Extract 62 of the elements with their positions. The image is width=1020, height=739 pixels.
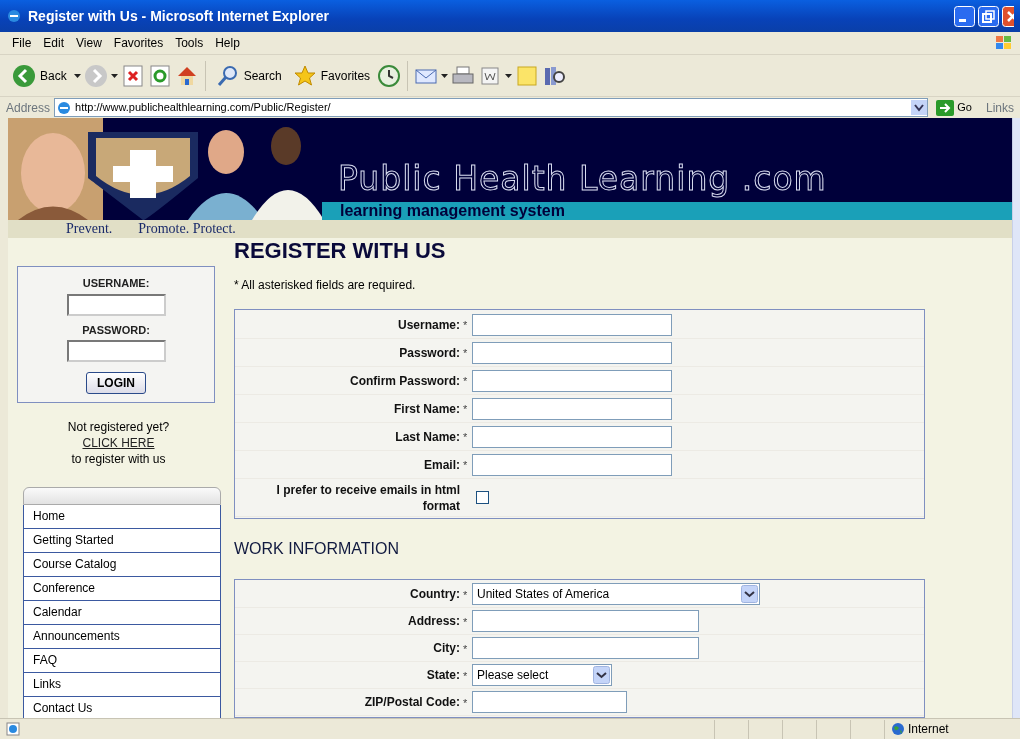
favorites-button[interactable]: Favorites bbox=[288, 61, 375, 90]
field-label: Username: bbox=[396, 316, 460, 333]
field-label: Country: bbox=[409, 586, 460, 603]
go-button[interactable]: Go bbox=[932, 99, 976, 116]
required-mark: * bbox=[463, 642, 469, 658]
nav-link[interactable]: Contact Us bbox=[23, 697, 221, 718]
select-field[interactable]: Please select bbox=[472, 664, 612, 687]
required-mark: * bbox=[463, 318, 469, 334]
search-button[interactable]: Search bbox=[211, 61, 286, 90]
password-label: PASSWORD: bbox=[81, 322, 151, 338]
required-mark: * bbox=[463, 669, 469, 685]
tagline-text: Promote. Protect. bbox=[138, 220, 236, 238]
required-mark: * bbox=[463, 430, 469, 446]
address-field[interactable]: http://www.publichealthlearning.com/Public/Register/ bbox=[54, 98, 929, 117]
required-mark: * bbox=[463, 588, 469, 604]
field-label: Address: bbox=[407, 613, 460, 630]
menu-item[interactable]: Favorites bbox=[107, 32, 170, 54]
nav-link[interactable]: Home bbox=[23, 505, 221, 529]
click-here-link[interactable]: CLICK HERE bbox=[82, 436, 155, 450]
username-label: USERNAME: bbox=[81, 276, 151, 291]
required-mark: * bbox=[463, 346, 469, 362]
prompt-text: to register with us bbox=[70, 451, 167, 467]
menu-item[interactable]: Tools bbox=[169, 32, 210, 54]
nav-link[interactable]: Calendar bbox=[23, 601, 221, 625]
links-button[interactable]: Links bbox=[980, 98, 1014, 117]
address-label: Address bbox=[6, 99, 51, 117]
window-title: Register with Us - Microsoft Internet Explorer bbox=[28, 6, 331, 26]
page-heading: REGISTER WITH US bbox=[234, 238, 447, 265]
field-label: I prefer to receive emails in html format bbox=[275, 481, 460, 514]
field-label: Email: bbox=[423, 456, 460, 473]
required-note: * All asterisked fields are required. bbox=[234, 277, 417, 295]
security-zone: Internet bbox=[908, 721, 949, 738]
nav-link[interactable]: Announcements bbox=[23, 625, 221, 649]
field-label: Last Name: bbox=[394, 428, 460, 445]
field-label: Confirm Password: bbox=[349, 372, 460, 389]
nav-link[interactable]: Course Catalog bbox=[23, 553, 221, 577]
menu-item[interactable]: Help bbox=[209, 32, 246, 54]
login-button[interactable]: LOGIN bbox=[86, 372, 146, 394]
required-mark: * bbox=[463, 402, 469, 418]
section-heading: WORK INFORMATION bbox=[234, 539, 401, 560]
back-button[interactable]: Back bbox=[8, 61, 71, 90]
site-title: Public Health Learning .com bbox=[338, 162, 827, 196]
menu-item[interactable]: Edit bbox=[37, 32, 71, 54]
menu-item[interactable]: File bbox=[6, 32, 38, 54]
nav-link[interactable]: Getting Started bbox=[23, 529, 221, 553]
field-label: City: bbox=[432, 640, 460, 657]
menu-item[interactable]: View bbox=[70, 32, 108, 54]
tagline-text: Prevent. bbox=[66, 220, 113, 238]
nav-link[interactable]: Links bbox=[23, 673, 221, 697]
required-mark: * bbox=[463, 615, 469, 631]
required-mark: * bbox=[463, 696, 469, 712]
site-subtitle: learning management system bbox=[340, 202, 565, 219]
field-label: ZIP/Postal Code: bbox=[363, 694, 460, 711]
prompt-text: Not registered yet? bbox=[66, 419, 171, 435]
field-label: Password: bbox=[398, 344, 460, 361]
field-label: State: bbox=[425, 667, 460, 684]
nav-link[interactable]: Conference bbox=[23, 577, 221, 601]
required-mark: * bbox=[463, 458, 469, 474]
required-mark: * bbox=[463, 374, 469, 390]
nav-link[interactable]: FAQ bbox=[23, 649, 221, 673]
select-field[interactable]: United States of America bbox=[472, 583, 760, 606]
field-label: First Name: bbox=[392, 400, 460, 417]
